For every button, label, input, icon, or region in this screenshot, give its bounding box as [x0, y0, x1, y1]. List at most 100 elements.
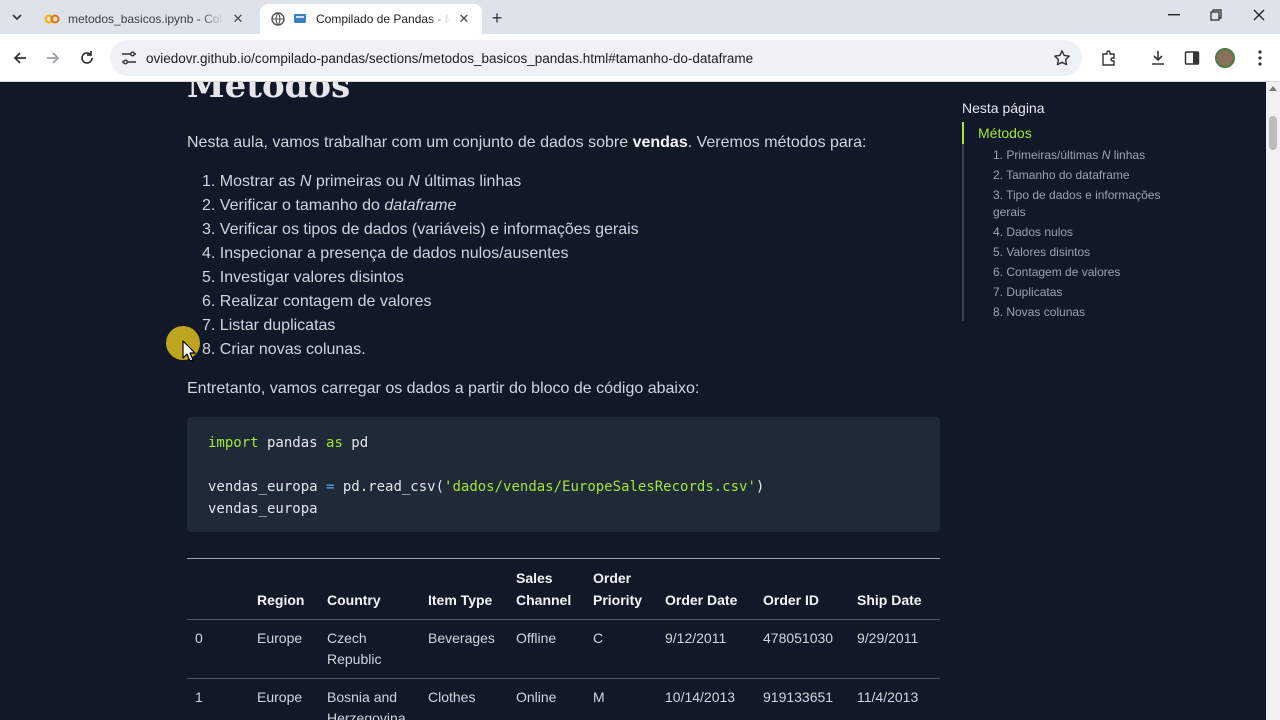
page-content: Métodos Nesta aula, vamos trabalhar com … [0, 82, 1266, 720]
item-number: 6. [202, 293, 216, 310]
new-tab-button[interactable]: + [486, 7, 508, 29]
item-italic: dataframe [384, 197, 457, 214]
mouse-cursor-icon [182, 340, 196, 362]
profile-avatar[interactable] [1215, 48, 1235, 68]
list-item: 2. Verificar o tamanho do dataframe [202, 194, 639, 218]
table-cell: Europe [257, 689, 303, 705]
kebab-menu-icon [1258, 50, 1262, 66]
tab-search-button[interactable] [6, 6, 28, 28]
table-cell: 478051030 [763, 630, 834, 646]
code-keyword: import [208, 435, 259, 451]
table-cell: Offline [516, 630, 557, 646]
forward-button[interactable] [41, 46, 65, 70]
close-icon [1253, 9, 1265, 21]
table-cell: Beverages [428, 630, 495, 646]
table-header: Order Date [665, 592, 738, 608]
table-cell: Europe [257, 630, 303, 646]
reload-button[interactable] [75, 46, 99, 70]
code-keyword: as [326, 435, 343, 451]
toc-item[interactable]: 6. Contagem de valores [964, 264, 1182, 281]
bookmark-star-icon[interactable] [1052, 48, 1072, 68]
toc-item-metodos[interactable]: Métodos [962, 122, 1182, 144]
toc-title: Nesta página [962, 100, 1045, 116]
item-number: 2. [202, 197, 216, 214]
arrow-left-icon [13, 52, 26, 64]
site-info-icon[interactable] [120, 49, 138, 67]
close-icon[interactable]: ✕ [230, 11, 246, 27]
list-item: 8. Criar novas colunas. [202, 338, 639, 362]
globe-icon [270, 11, 286, 27]
item-text: Listar duplicatas [219, 317, 336, 334]
load-data-paragraph: Entretanto, vamos carregar os dados a pa… [187, 380, 700, 397]
item-number: 5. [202, 269, 216, 286]
downloads-button[interactable] [1146, 46, 1170, 70]
item-text: Criar novas colunas. [219, 341, 366, 358]
table-cell: 9/29/2011 [857, 630, 919, 646]
tab-compilado-pandas[interactable]: Compilado de Pandas - Mé ✕ [260, 4, 482, 34]
tab-colab[interactable]: metodos_basicos.ipynb - Colab ✕ [34, 4, 256, 34]
arrow-right-icon [47, 52, 60, 64]
table-cell: 1 [195, 689, 203, 705]
code-token: vendas_europa [208, 501, 318, 517]
table-header [187, 559, 249, 620]
list-item: 7. Listar duplicatas [202, 314, 639, 338]
table-cell: Bosnia and Herzegovina [327, 689, 406, 720]
code-token: pd.read_csv( [334, 479, 445, 495]
address-bar[interactable]: oviedovr.github.io/compilado-pandas/sect… [110, 40, 1082, 76]
minimize-button[interactable] [1152, 0, 1196, 30]
methods-list: 1. Mostrar as N primeiras ou N últimas l… [202, 170, 639, 362]
toc-item[interactable]: 2. Tamanho do dataframe [964, 167, 1182, 184]
table-cell: 0 [195, 630, 203, 646]
code-block[interactable]: import pandas as pd vendas_europa = pd.r… [187, 417, 940, 532]
table-header: Ship Date [857, 592, 922, 608]
close-icon[interactable]: ✕ [456, 11, 472, 27]
toc-item[interactable]: 3. Tipo de dados e informações gerais [964, 187, 1182, 221]
table-cell: 9/12/2011 [665, 630, 727, 646]
page-toc: Nesta página Métodos 1. Primeiras/última… [962, 100, 1182, 321]
item-number: 4. [202, 245, 216, 262]
tab-title: metodos_basicos.ipynb - Colab [68, 12, 224, 26]
page-scrollbar[interactable] [1266, 82, 1280, 720]
restore-button[interactable] [1194, 0, 1238, 30]
table-cell: Online [516, 689, 557, 705]
code-token: pd [342, 435, 369, 451]
table-cell: Clothes [428, 689, 476, 705]
scroll-thumb[interactable] [1269, 116, 1277, 150]
side-panel-button[interactable] [1180, 46, 1204, 70]
toc-item[interactable]: 8. Novas colunas [964, 304, 1182, 321]
code-line: import pandas as pd [208, 432, 919, 454]
reload-icon [81, 51, 93, 64]
extensions-button[interactable] [1097, 46, 1121, 70]
browser-toolbar: oviedovr.github.io/compilado-pandas/sect… [0, 34, 1280, 82]
toc-item[interactable]: 1. Primeiras/últimas N linhas [964, 147, 1182, 164]
table-cell: C [593, 630, 604, 646]
list-item: 6. Realizar contagem de valores [202, 290, 639, 314]
table-header: Country [327, 592, 381, 608]
table-header: Order Priority [593, 570, 643, 608]
item-number: 7. [202, 317, 216, 334]
toc-list: Métodos 1. Primeiras/últimas N linhas 2.… [962, 122, 1182, 321]
item-text: Realizar contagem de valores [219, 293, 432, 310]
scroll-up-arrow-icon[interactable] [1269, 86, 1277, 91]
back-button[interactable] [8, 46, 32, 70]
code-string: 'dados/vendas/EuropeSalesRecords.csv' [444, 479, 756, 495]
url-text: oviedovr.github.io/compilado-pandas/sect… [146, 50, 754, 66]
intro-text: Nesta aula, vamos trabalhar com um conju… [187, 134, 633, 151]
chevron-down-icon [12, 14, 22, 20]
item-italic: N [299, 173, 312, 190]
table-header: Order ID [763, 592, 820, 608]
list-item: 4. Inspecionar a presença de dados nulos… [202, 242, 639, 266]
code-token: ) [755, 479, 765, 495]
menu-button[interactable] [1248, 46, 1272, 70]
item-number: 1. [202, 173, 216, 190]
close-window-button[interactable] [1237, 0, 1280, 30]
list-item: 3. Verificar os tipos de dados (variávei… [202, 218, 639, 242]
toc-item[interactable]: 7. Duplicatas [964, 284, 1182, 301]
list-item: 5. Investigar valores disintos [202, 266, 639, 290]
list-item: 1. Mostrar as N primeiras ou N últimas l… [202, 170, 639, 194]
toc-item[interactable]: 4. Dados nulos [964, 224, 1182, 241]
item-italic: N [408, 173, 420, 190]
item-text: Investigar valores disintos [219, 269, 404, 286]
puzzle-icon [1102, 50, 1115, 66]
toc-item[interactable]: 5. Valores disintos [964, 244, 1182, 261]
